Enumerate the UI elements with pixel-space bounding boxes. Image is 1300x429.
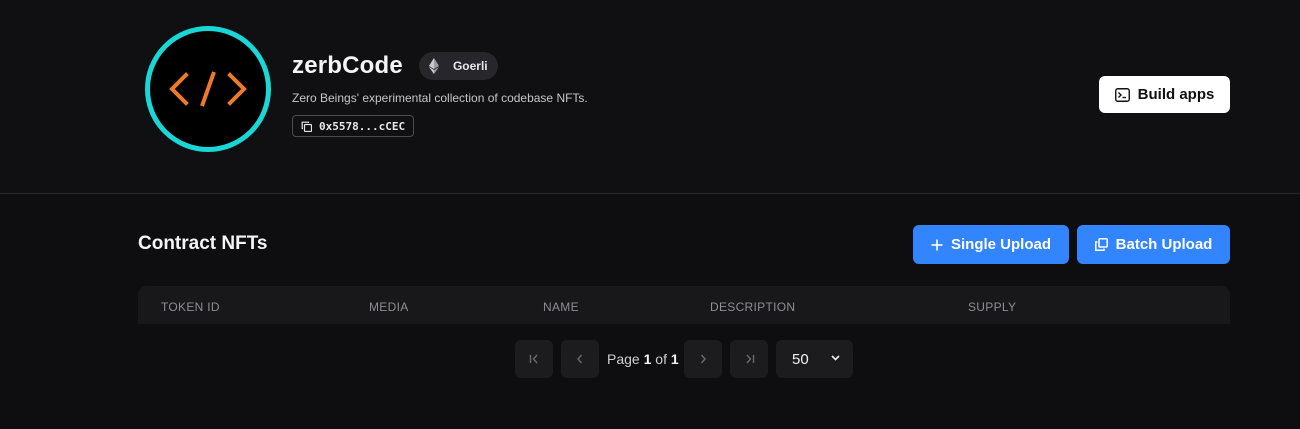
single-upload-label: Single Upload (950, 236, 1051, 253)
terminal-icon (1114, 87, 1130, 102)
code-brackets-icon (169, 71, 247, 107)
network-label: Goerli (452, 59, 488, 73)
build-apps-label: Build apps (1137, 86, 1215, 103)
total-pages: 1 (670, 351, 679, 367)
first-page-icon (529, 354, 540, 364)
of-label: of (655, 351, 667, 367)
next-page-button[interactable] (684, 340, 722, 378)
page-size-select[interactable]: 50 (776, 340, 853, 378)
prev-page-button[interactable] (561, 340, 599, 378)
build-apps-button[interactable]: Build apps (1099, 76, 1230, 113)
column-name[interactable]: NAME (543, 300, 579, 314)
contract-address: 0x5578...cCEC (319, 119, 406, 133)
column-token-id[interactable]: TOKEN ID (161, 300, 220, 314)
contract-logo (145, 26, 271, 152)
current-page: 1 (643, 351, 652, 367)
network-badge: Goerli (418, 52, 498, 80)
nft-table-header: TOKEN ID MEDIA NAME DESCRIPTION SUPPLY (138, 286, 1230, 324)
batch-upload-button[interactable]: Batch Upload (1077, 225, 1230, 264)
first-page-button[interactable] (515, 340, 553, 378)
last-page-icon (744, 354, 755, 364)
page-label: Page (607, 351, 640, 367)
contract-title: zerbCode (292, 52, 403, 79)
plus-icon (931, 239, 943, 251)
next-page-icon (699, 354, 707, 364)
page-indicator: Page 1 of 1 (607, 351, 679, 367)
last-page-button[interactable] (730, 340, 768, 378)
section-title: Contract NFTs (138, 233, 268, 254)
column-media[interactable]: MEDIA (369, 300, 409, 314)
ethereum-icon (428, 58, 439, 74)
copy-stack-icon (1094, 238, 1108, 251)
contract-description: Zero Beings' experimental collection of … (292, 91, 588, 105)
chevron-down-icon (831, 355, 840, 361)
column-description[interactable]: DESCRIPTION (710, 300, 795, 314)
batch-upload-label: Batch Upload (1115, 236, 1213, 253)
contract-address-button[interactable]: 0x5578...cCEC (292, 115, 415, 137)
contract-header: zerbCode Goerli Zero Beings' experimenta… (0, 0, 1300, 194)
single-upload-button[interactable]: Single Upload (913, 225, 1069, 264)
prev-page-icon (576, 354, 584, 364)
copy-icon (301, 121, 312, 132)
column-supply[interactable]: SUPPLY (968, 300, 1016, 314)
page-size-value: 50 (792, 350, 809, 368)
